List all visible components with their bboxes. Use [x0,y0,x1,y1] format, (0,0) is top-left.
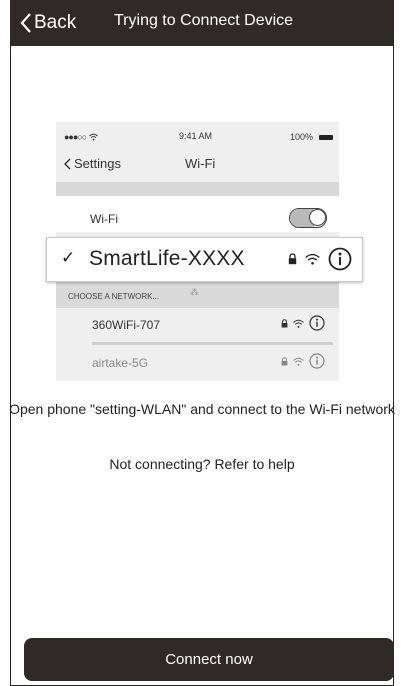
help-link[interactable]: Not connecting? Refer to help [0,456,404,472]
checkmark-icon: ✓ [61,248,76,267]
chevron-left-icon [64,158,71,169]
wifi-icon [293,319,304,328]
network-row: airtake-5G [56,348,339,380]
wifi-icon [89,133,98,141]
loading-spinner-icon: ⁂ [190,287,199,297]
chevron-left-icon [20,13,31,33]
smartlife-network-highlight: ✓ SmartLife-XXXX [46,237,363,282]
wifi-icon [293,357,304,366]
phone-nav-title: Wi-Fi [185,156,216,171]
info-icon [309,315,325,331]
choose-network-header: CHOOSE A NETWORK... ⁂ [56,282,339,308]
wifi-toggle [289,208,327,228]
battery-icon [319,134,334,140]
highlight-network-name: SmartLife-XXXX [89,247,245,270]
network-row: 360WiFi-707 [56,310,339,342]
back-label: Back [34,12,77,33]
wifi-toggle-row: Wi-Fi [56,196,339,232]
wifi-icon [305,253,320,265]
info-icon [328,247,352,271]
connect-now-button[interactable]: Connect now [24,638,394,681]
page-title: Trying to Connect Device [114,12,294,29]
lock-icon [288,253,297,265]
back-button[interactable]: Back [20,10,76,36]
instruction-text: Open phone "setting-WLAN" and connect to… [9,401,395,417]
top-nav-bar: Back Trying to Connect Device [10,0,394,46]
section-separator [56,182,339,196]
divider [92,342,333,345]
status-signal: ●●●○○ [64,131,98,143]
lock-icon [281,356,288,365]
phone-nav-bar: Settings Wi-Fi [64,154,331,174]
status-time: 9:41 AM [179,131,213,141]
settings-back-link: Settings [64,156,121,171]
status-battery: 100% [290,131,334,143]
lock-icon [281,318,288,327]
info-icon [309,353,325,369]
wifi-row-label: Wi-Fi [90,212,118,226]
